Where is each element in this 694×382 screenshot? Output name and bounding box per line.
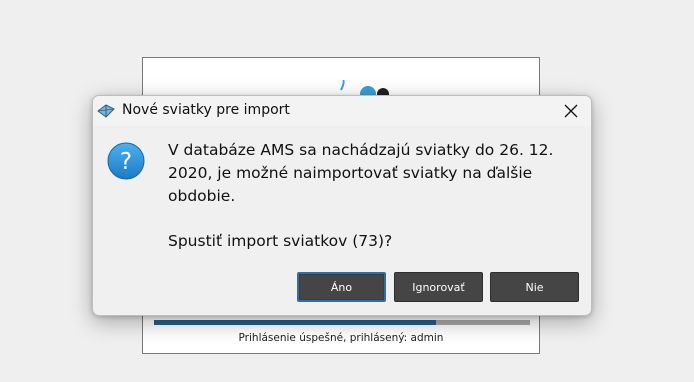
no-button[interactable]: Nie bbox=[490, 272, 579, 302]
ignore-button[interactable]: Ignorovať bbox=[394, 272, 483, 302]
question-icon: ? bbox=[107, 142, 145, 180]
svg-text:?: ? bbox=[120, 149, 132, 175]
new-holidays-dialog: Nové sviatky pre import ? V databáze AMS… bbox=[92, 95, 592, 316]
close-button[interactable] bbox=[551, 96, 591, 126]
dialog-message: V databáze AMS sa nachádzajú sviatky do … bbox=[168, 139, 578, 253]
yes-button[interactable]: Áno bbox=[297, 272, 386, 302]
desktop: Prihlásenie úspešné, prihlásený: admin N… bbox=[0, 0, 694, 382]
message-line: 2020, je možné naimportovať sviatky na ď… bbox=[168, 164, 533, 182]
login-status-text: Prihlásenie úspešné, prihlásený: admin bbox=[238, 332, 444, 344]
app-icon bbox=[97, 104, 115, 118]
close-icon bbox=[564, 104, 578, 118]
login-progress-bar bbox=[154, 320, 530, 325]
dialog-title: Nové sviatky pre import bbox=[122, 102, 290, 118]
login-progress-fill bbox=[154, 320, 436, 325]
message-line: V databáze AMS sa nachádzajú sviatky do … bbox=[168, 141, 554, 159]
dialog-titlebar[interactable]: Nové sviatky pre import bbox=[93, 96, 591, 126]
message-line: obdobie. bbox=[168, 187, 236, 205]
import-question: Spustiť import sviatkov (73)? bbox=[168, 232, 393, 250]
